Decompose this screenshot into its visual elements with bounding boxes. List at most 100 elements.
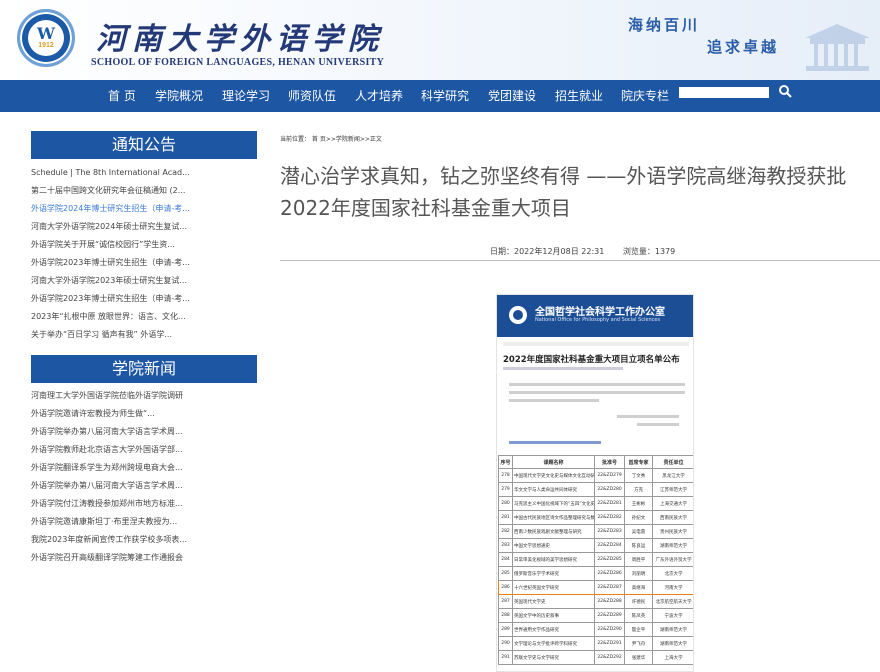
- news-item[interactable]: 外语学院邀请许宏教授为师生做“...: [31, 409, 191, 419]
- table-row: 278 中国现代文学史文化史与媒体文化互动研究 22&ZD279 丁文秀 黑龙江大学: [498, 468, 693, 483]
- table-cell: 周胜平: [624, 552, 653, 567]
- table-cell: 江苏师范大学: [652, 482, 693, 497]
- table-cell: 陈良运: [624, 538, 653, 553]
- table-row: 290 文学理论与文学批评跨学科研究 22&ZD291 尹飞舟 湖南师范大学: [498, 636, 693, 651]
- nav-faculty[interactable]: 师资队伍: [288, 80, 336, 112]
- project-list-table: 序号 课题名称 批准号 首席专家 责任单位 278 中国现代文学史文化史与媒体文化…: [498, 455, 693, 665]
- news-item[interactable]: 我院2023年度新闻宣传工作获学校多项表...: [31, 535, 191, 545]
- notice-item[interactable]: 河南大学外语学院2024年硕士研究生复试...: [31, 222, 191, 232]
- nav-research[interactable]: 科学研究: [421, 80, 469, 112]
- news-item[interactable]: 外语学院召开高级翻译学院筹建工作通报会: [31, 553, 191, 563]
- document-text-line: [509, 391, 685, 394]
- title-divider: [280, 260, 880, 261]
- news-item[interactable]: 外语学院邀请康斯坦丁·布里涅夫教授为...: [31, 517, 191, 527]
- document-org-name: 全国哲学社会科学工作办公室: [535, 307, 665, 318]
- university-logo[interactable]: W 1912: [17, 9, 75, 67]
- news-item[interactable]: 外语学院举办第八届河南大学语言学术周...: [31, 481, 191, 491]
- notice-item[interactable]: 河南大学外语学院2023年硕士研究生复试...: [31, 276, 191, 286]
- table-body: 278 中国现代文学史文化史与媒体文化互动研究 22&ZD279 丁文秀 黑龙江大学 27…: [498, 468, 693, 665]
- news-item[interactable]: 外语学院付江涛教授参加郑州市地方标准...: [31, 499, 191, 509]
- site-header: W 1912 河南大学外语学院 SCHOOL OF FOREIGN LANGUA…: [0, 0, 880, 80]
- table-row: 288 英国文学中的历史叙事 22&ZD289 陈凤英 宁波大学: [498, 608, 693, 623]
- search-icon[interactable]: [778, 84, 792, 98]
- document-signature-line: [617, 415, 679, 418]
- table-cell: 22&ZD279: [594, 468, 625, 483]
- news-item[interactable]: 河南理工大学外国语学院莅临外语学院调研: [31, 391, 191, 401]
- news-item[interactable]: 外语学院教师赴北京语言大学外国语学部...: [31, 445, 191, 455]
- table-cell: 西南民族大学: [652, 510, 693, 525]
- notice-item[interactable]: 外语学院2023年博士研究生招生（申请-考...: [31, 294, 191, 304]
- slogan-line-1: 海纳百川: [628, 16, 701, 34]
- table-cell: 苏联文学史与文学研究: [512, 650, 595, 665]
- table-cell: 广东外语外贸大学: [652, 552, 693, 567]
- table-cell: 287: [498, 594, 513, 609]
- table-cell: 22&ZD290: [594, 622, 625, 637]
- table-cell: 孙纪文: [624, 510, 653, 525]
- table-cell: 丁文秀: [624, 468, 653, 483]
- notice-item-active[interactable]: 外语学院2024年博士研究生招生（申请-考...: [31, 204, 191, 214]
- table-cell: 北京航空航天大学: [652, 594, 693, 609]
- document-attachment-link: [509, 441, 601, 444]
- table-cell: 283: [498, 538, 513, 553]
- table-cell: 日常审美化视域的美学思想研究: [512, 552, 595, 567]
- table-header-cell: 批准号: [594, 455, 625, 469]
- search-input[interactable]: [679, 87, 769, 98]
- table-cell: 22&ZD282: [594, 510, 625, 525]
- table-cell: 西南少数民族戏剧文献整理与研究: [512, 524, 595, 539]
- article-title: 潜心治学求真知，钻之弥坚终有得 ——外语学院高继海教授获批2022年度国家社科基…: [280, 164, 847, 220]
- notice-item[interactable]: 2023年“扎根中原 放眼世界：语言、文化...: [31, 312, 191, 322]
- table-row: 289 世界通用文学作品研究 22&ZD290 殷企平 湖南师范大学: [498, 622, 693, 637]
- table-cell: 湖南师范大学: [652, 538, 693, 553]
- document-subline: [503, 367, 623, 370]
- document-title: 2022年度国家社科基金重大项目立项名单公布: [503, 355, 680, 365]
- table-cell: 上海大学: [652, 650, 693, 665]
- notice-item[interactable]: 第二十届中国跨文化研究年会征稿通知 (2...: [31, 186, 191, 196]
- nav-education[interactable]: 人才培养: [355, 80, 403, 112]
- table-cell: 方克: [624, 482, 653, 497]
- nav-admission[interactable]: 招生就业: [555, 80, 603, 112]
- notice-item[interactable]: Schedule | The 8th International Acad...: [31, 168, 191, 178]
- news-item[interactable]: 外语学院举办第八届河南大学语言学术周...: [31, 427, 191, 437]
- table-cell: 宁波大学: [652, 608, 693, 623]
- table-row: 287 英国现代文学史 22&ZD288 许德民 北京航空航天大学: [498, 594, 693, 609]
- table-cell: 286: [498, 580, 513, 595]
- table-cell: 十六世纪英国文学研究: [512, 580, 595, 595]
- nav-party[interactable]: 党团建设: [488, 80, 536, 112]
- table-cell: 马克思主义中国化视域下的“五四”文化史研究: [512, 496, 595, 511]
- table-header-cell: 责任单位: [652, 455, 693, 469]
- news-section-title: 学院新闻: [31, 355, 257, 383]
- table-row: 291 苏联文学史与文学研究 22&ZD292 张建华 上海大学: [498, 650, 693, 665]
- news-item[interactable]: 外语学院翻译系学生为郑州跨境电商大会...: [31, 463, 191, 473]
- office-emblem-icon: [509, 306, 527, 324]
- table-header-cell: 课题名称: [512, 455, 595, 469]
- notice-item[interactable]: 外语学院关于开展“诚信校园行”学生资...: [31, 240, 191, 250]
- table-cell: 22&ZD280: [594, 482, 625, 497]
- nav-anniversary[interactable]: 院庆专栏: [621, 80, 669, 112]
- table-cell: 河南大学: [652, 580, 693, 595]
- table-cell: 高继海: [624, 580, 653, 595]
- table-row: 279 华文文学与人类命运共同体研究 22&ZD280 方克 江苏师范大学: [498, 482, 693, 497]
- table-row: 285 俄罗斯音乐学学术研究 22&ZD286 刘丽明 北京大学: [498, 566, 693, 581]
- table-cell: 世界通用文学作品研究: [512, 622, 595, 637]
- document-breadcrumb-bar: [503, 342, 689, 346]
- breadcrumb: 当前位置： 首 页>>学院新闻>>正文: [280, 136, 382, 143]
- table-cell: 尹飞舟: [624, 636, 653, 651]
- table-cell: 湖南师范大学: [652, 622, 693, 637]
- document-text-line: [509, 399, 599, 402]
- nav-home[interactable]: 首 页: [108, 80, 136, 112]
- nav-about[interactable]: 学院概况: [155, 80, 203, 112]
- table-cell: 279: [498, 482, 513, 497]
- notice-item[interactable]: 外语学院2023年博士研究生招生（申请-考...: [31, 258, 191, 268]
- nav-theory[interactable]: 理论学习: [222, 80, 270, 112]
- table-cell: 22&ZD292: [594, 650, 625, 665]
- table-cell: 288: [498, 608, 513, 623]
- table-cell: 俄罗斯音乐学学术研究: [512, 566, 595, 581]
- table-cell: 北京大学: [652, 566, 693, 581]
- table-row: 282 西南少数民族戏剧文献整理与研究 22&ZD283 吴电雷 贵州民族大学: [498, 524, 693, 539]
- school-name-en: SCHOOL OF FOREIGN LANGUAGES, HENAN UNIVE…: [91, 57, 385, 68]
- table-cell: 22&ZD281: [594, 496, 625, 511]
- table-cell: 刘丽明: [624, 566, 653, 581]
- table-cell: 280: [498, 496, 513, 511]
- notice-item[interactable]: 关于举办“百日学习 循声有我” 外语学...: [31, 330, 191, 340]
- table-cell: 291: [498, 650, 513, 665]
